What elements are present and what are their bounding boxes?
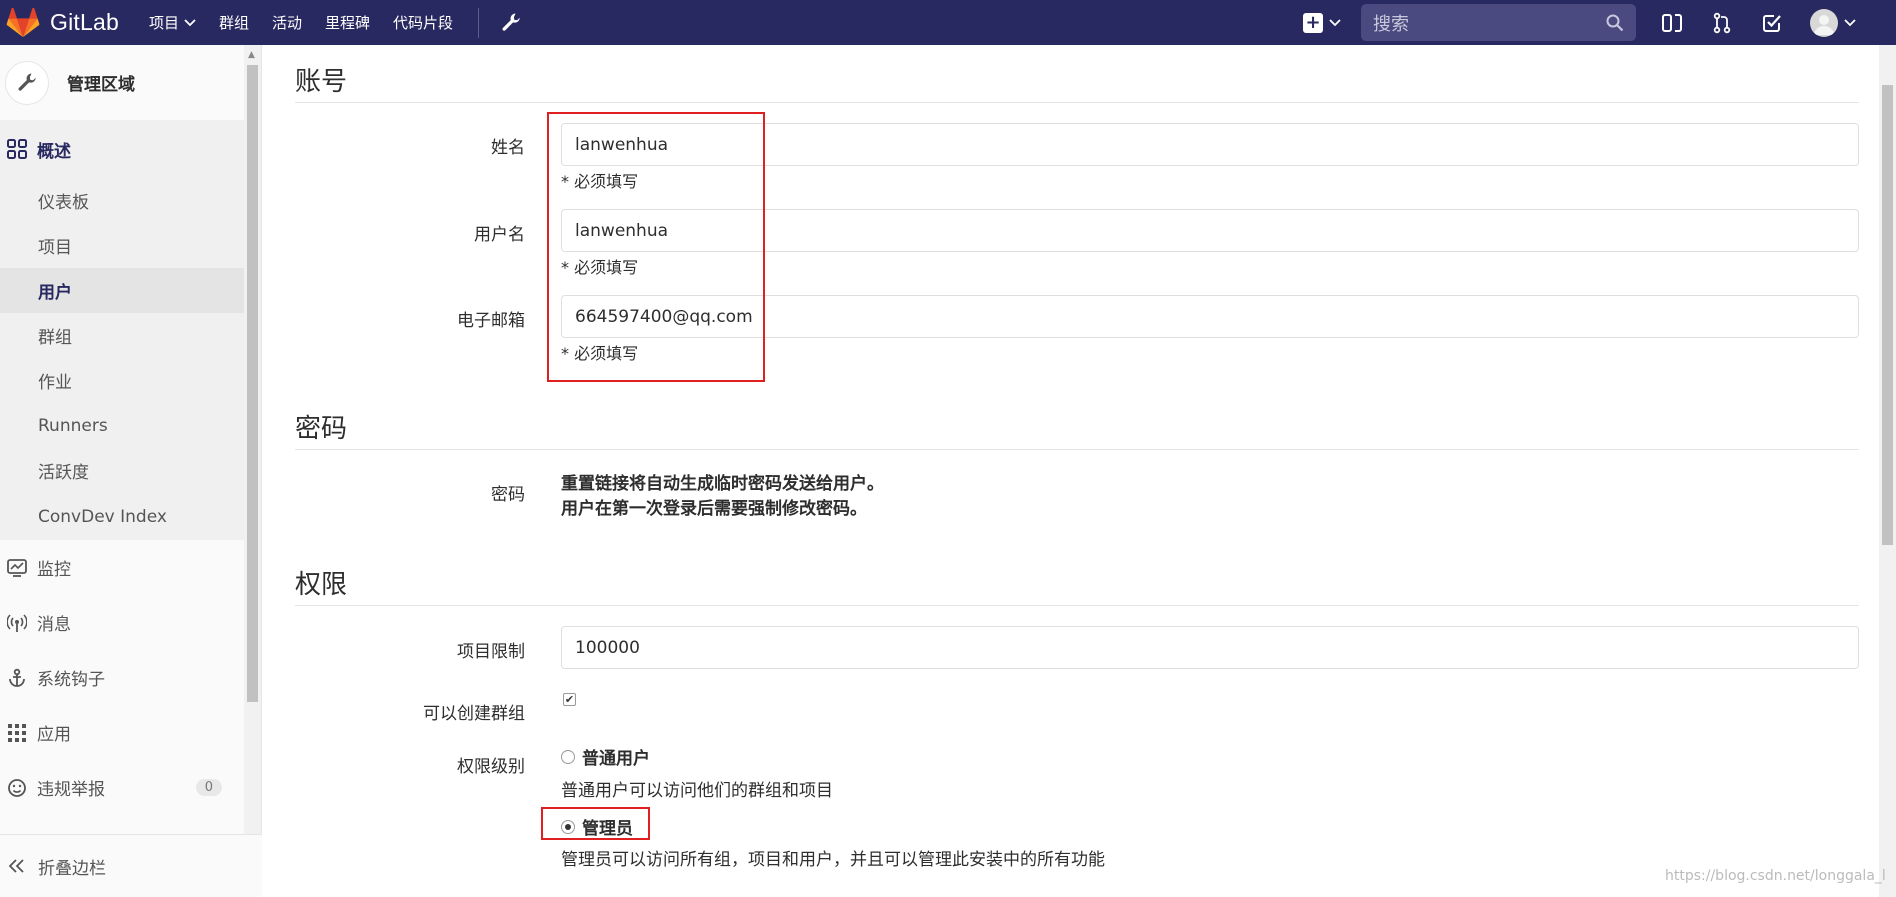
brand-name: GitLab bbox=[50, 9, 119, 35]
sidebar-item-groups[interactable]: 群组 bbox=[0, 313, 244, 358]
gitlab-fox-icon bbox=[6, 7, 40, 37]
collapse-sidebar-button[interactable]: 折叠边栏 bbox=[0, 834, 262, 897]
access-level-label: 权限级别 bbox=[457, 757, 525, 777]
main-nav: 项目 群组 活动 里程碑 代码片段 bbox=[149, 0, 521, 45]
todos-icon[interactable] bbox=[1760, 11, 1784, 35]
chevron-down-icon bbox=[184, 18, 196, 26]
sidebar-header[interactable]: 管理区域 bbox=[0, 45, 261, 120]
issues-icon[interactable] bbox=[1660, 11, 1684, 35]
new-dropdown-button[interactable]: + bbox=[1303, 12, 1341, 33]
search-icon bbox=[1606, 14, 1624, 31]
main-content: 账号 姓名 lanwenhua * 必须填写 用户名 lanwenhua * 必… bbox=[262, 45, 1896, 897]
nav-snippets[interactable]: 代码片段 bbox=[393, 12, 453, 33]
wrench-icon bbox=[18, 73, 36, 91]
sidebar-item-projects[interactable]: 项目 bbox=[0, 223, 244, 268]
page-scrollbar[interactable] bbox=[1879, 45, 1896, 897]
sidebar-scrollbar-thumb[interactable] bbox=[247, 65, 258, 702]
sidebar-item-jobs[interactable]: 作业 bbox=[0, 358, 244, 403]
password-reset-note-line1: 重置链接将自动生成临时密码发送给用户。 bbox=[561, 474, 884, 494]
merge-request-icon[interactable] bbox=[1710, 11, 1734, 35]
sidebar-item-users[interactable]: 用户 bbox=[0, 268, 244, 313]
sidebar-item-runners[interactable]: Runners bbox=[0, 403, 244, 448]
avatar bbox=[1810, 8, 1838, 37]
regular-radio-label: 普通用户 bbox=[582, 749, 650, 769]
can-create-group-checkbox[interactable]: ✔ bbox=[563, 693, 576, 706]
password-reset-note-line2: 用户在第一次登录后需要强制修改密码。 bbox=[561, 499, 867, 519]
regular-description: 普通用户可以访问他们的群组和项目 bbox=[561, 781, 833, 801]
sidebar-item-dashboard[interactable]: 仪表板 bbox=[0, 178, 244, 223]
anchor-icon bbox=[7, 668, 27, 688]
chevron-down-icon bbox=[1329, 18, 1341, 26]
sidebar-title: 管理区域 bbox=[67, 75, 135, 95]
plus-square-icon: + bbox=[1303, 12, 1323, 33]
sidebar-item-abuse-reports[interactable]: 违规举报 0 bbox=[0, 760, 244, 815]
project-limit-field[interactable]: 100000 bbox=[561, 626, 1859, 669]
collapse-sidebar-label: 折叠边栏 bbox=[38, 858, 106, 879]
overview-grid-icon bbox=[7, 139, 27, 159]
sidebar-item-applications[interactable]: 应用 bbox=[0, 705, 244, 760]
highlight-box-admin bbox=[541, 807, 650, 840]
admin-wrench-icon[interactable] bbox=[501, 12, 521, 34]
username-label: 用户名 bbox=[474, 225, 525, 245]
sidebar-item-overview[interactable]: 概述 bbox=[0, 120, 244, 178]
search-placeholder: 搜索 bbox=[1373, 13, 1409, 35]
nav-milestones[interactable]: 里程碑 bbox=[325, 12, 370, 33]
section-account-heading: 账号 bbox=[295, 61, 1859, 103]
admin-description: 管理员可以访问所有组，项目和用户，并且可以管理此安装中的所有功能 bbox=[561, 850, 1105, 870]
sidebar-scrollbar[interactable]: ▲ bbox=[244, 45, 261, 897]
can-create-group-label: 可以创建群组 bbox=[423, 704, 525, 724]
nav-activity[interactable]: 活动 bbox=[272, 12, 302, 33]
page-scrollbar-thumb[interactable] bbox=[1882, 85, 1893, 545]
sidebar-item-cohorts[interactable]: 活跃度 bbox=[0, 448, 244, 493]
sidebar-item-monitoring-label: 监控 bbox=[37, 560, 71, 580]
email-label: 电子邮箱 bbox=[457, 311, 525, 331]
top-navbar: GitLab 项目 群组 活动 里程碑 代码片段 + 搜索 bbox=[0, 0, 1896, 45]
user-menu[interactable] bbox=[1810, 8, 1856, 37]
double-chevron-left-icon bbox=[8, 859, 24, 873]
monitor-icon bbox=[7, 558, 27, 578]
sidebar-item-monitoring[interactable]: 监控 bbox=[0, 540, 244, 595]
sidebar: 管理区域 概述 仪表板 项目 用户 群组 作业 Runners 活跃度 Conv… bbox=[0, 45, 262, 897]
smiley-icon bbox=[7, 778, 27, 798]
name-label: 姓名 bbox=[491, 138, 525, 158]
access-level-regular-option[interactable]: 普通用户 bbox=[561, 744, 650, 769]
sidebar-item-system-hooks-label: 系统钩子 bbox=[37, 670, 105, 690]
section-access-heading: 权限 bbox=[295, 564, 1859, 606]
nav-projects[interactable]: 项目 bbox=[149, 12, 196, 33]
chevron-down-icon bbox=[1844, 18, 1856, 26]
search-input[interactable]: 搜索 bbox=[1361, 4, 1636, 41]
sidebar-item-messages[interactable]: 消息 bbox=[0, 595, 244, 650]
highlight-box-account bbox=[547, 112, 765, 382]
admin-area-avatar bbox=[5, 60, 49, 105]
gitlab-logo[interactable]: GitLab bbox=[6, 0, 119, 45]
sidebar-item-overview-label: 概述 bbox=[37, 141, 71, 162]
nav-groups[interactable]: 群组 bbox=[219, 12, 249, 33]
scroll-up-arrow-icon[interactable]: ▲ bbox=[248, 50, 255, 60]
sidebar-overview-group: 概述 仪表板 项目 用户 群组 作业 Runners 活跃度 ConvDev I… bbox=[0, 120, 244, 540]
nav-divider bbox=[478, 7, 480, 38]
section-password-heading: 密码 bbox=[295, 408, 1859, 450]
sidebar-item-messages-label: 消息 bbox=[37, 615, 71, 635]
topbar-right: + 搜索 bbox=[1303, 0, 1896, 45]
sidebar-item-convdev-index[interactable]: ConvDev Index bbox=[0, 493, 244, 540]
nav-projects-label: 项目 bbox=[148, 14, 179, 32]
regular-radio[interactable] bbox=[561, 749, 575, 764]
count-badge: 0 bbox=[195, 779, 222, 796]
sidebar-item-abuse-reports-label: 违规举报 bbox=[37, 780, 105, 800]
apps-grid-icon bbox=[7, 723, 27, 743]
password-label: 密码 bbox=[491, 485, 525, 505]
sidebar-item-system-hooks[interactable]: 系统钩子 bbox=[0, 650, 244, 705]
project-limit-label: 项目限制 bbox=[457, 642, 525, 662]
sidebar-item-applications-label: 应用 bbox=[37, 725, 71, 745]
watermark: https://blog.csdn.net/longgala_l bbox=[1665, 868, 1886, 884]
broadcast-icon bbox=[7, 613, 27, 633]
